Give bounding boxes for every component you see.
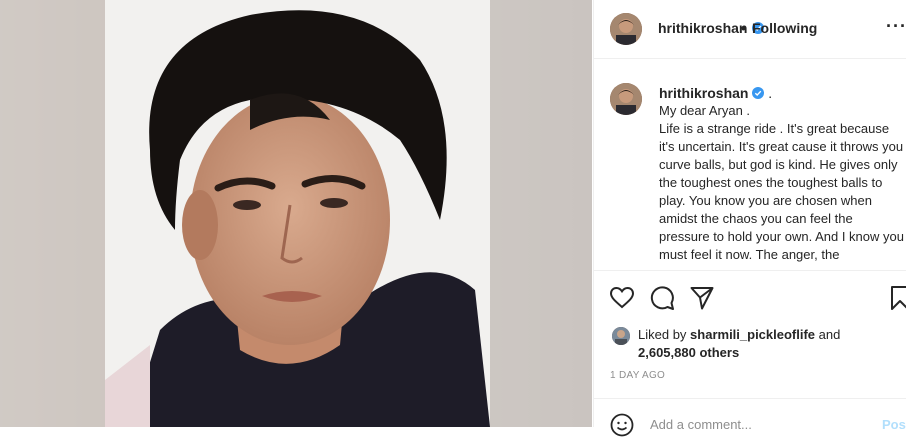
header-user[interactable]: hrithikroshan — [658, 20, 764, 38]
likes-count-link[interactable]: 2,605,880 others — [638, 345, 739, 360]
emoji-icon[interactable] — [610, 413, 634, 437]
caption: hrithikroshan . My dear Aryan . Life is … — [659, 84, 905, 264]
liked-by-prefix: Liked by — [638, 327, 687, 342]
post-header: hrithikroshan • Following ··· — [594, 0, 906, 59]
caption-avatar[interactable] — [610, 83, 642, 115]
comment-bar: Add a comment... Post — [594, 398, 906, 437]
share-icon[interactable] — [689, 285, 715, 311]
likes-summary: Liked by sharmili_pickleoflife and 2,605… — [638, 326, 840, 362]
caption-suffix: . — [768, 85, 773, 101]
comment-icon[interactable] — [649, 285, 675, 311]
post-side-panel: hrithikroshan • Following ··· hrithikros… — [593, 0, 906, 437]
post-photo[interactable] — [0, 0, 592, 427]
liked-by-and: and — [818, 327, 841, 342]
username-link[interactable]: hrithikroshan — [658, 20, 747, 36]
more-dots-icon[interactable]: ··· — [886, 16, 906, 37]
post-image — [0, 0, 592, 427]
comment-input[interactable]: Add a comment... — [650, 417, 752, 432]
bookmark-icon[interactable] — [890, 285, 906, 311]
heart-icon[interactable] — [609, 285, 635, 311]
caption-text: My dear Aryan . Life is a strange ride .… — [659, 103, 904, 262]
follow-separator: • — [741, 20, 746, 36]
action-bar — [594, 270, 906, 326]
liker-username-link[interactable]: sharmili_pickleoflife — [690, 327, 815, 342]
verified-icon — [752, 87, 765, 99]
post-comment-button[interactable]: Post — [882, 417, 906, 432]
caption-username-link[interactable]: hrithikroshan — [659, 85, 748, 101]
following-button[interactable]: Following — [752, 20, 817, 36]
caption-header: hrithikroshan . — [659, 84, 905, 102]
liker-avatar[interactable] — [612, 327, 630, 345]
post-timestamp[interactable]: 1 DAY AGO — [610, 370, 665, 381]
avatar[interactable] — [610, 13, 642, 45]
